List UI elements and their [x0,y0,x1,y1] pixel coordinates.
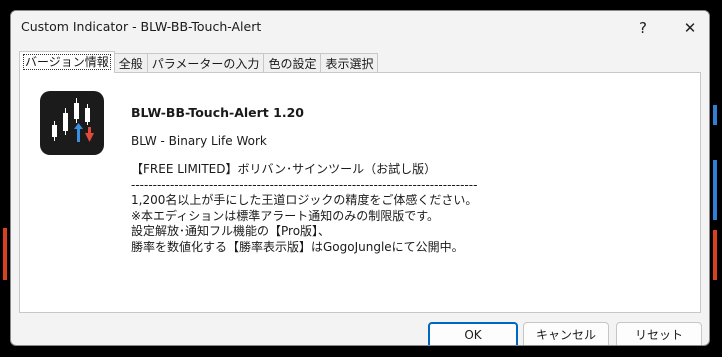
tab-general[interactable]: 全般 [113,53,148,73]
chart-candle [713,105,717,125]
ok-button[interactable]: OK [428,322,518,345]
custom-indicator-dialog: Custom Indicator - BLW-BB-Touch-Alert ? … [10,10,710,346]
close-button[interactable]: ✕ [676,16,704,40]
chart-candle [713,160,717,220]
tab-parameters[interactable]: パラメーターの入力 [146,53,265,73]
tab-visualization[interactable]: 表示選択 [320,53,379,73]
about-panel: BLW-BB-Touch-Alert 1.20 BLW - Binary Lif… [19,72,701,313]
candlestick-chart-icon [40,91,104,155]
indicator-name: BLW-BB-Touch-Alert 1.20 [131,105,304,120]
help-button[interactable]: ? [629,16,657,40]
reset-button[interactable]: リセット [616,322,702,345]
title-bar: Custom Indicator - BLW-BB-Touch-Alert ? … [11,11,709,45]
cancel-button[interactable]: キャンセル [523,322,609,345]
tab-strip: バージョン情報 全般 パラメーターの入力 色の設定 表示選択 [19,51,379,73]
tab-version-info[interactable]: バージョン情報 [19,51,115,73]
indicator-description: 【FREE LIMITED】ボリバン･サインツール（お試し版） --------… [131,162,478,254]
chart-candle [3,228,7,280]
company-name: BLW - Binary Life Work [131,134,267,148]
tab-colors[interactable]: 色の設定 [263,53,322,73]
chart-candle [713,230,717,280]
chart-background-right [708,0,722,357]
window-title: Custom Indicator - BLW-BB-Touch-Alert [21,19,262,34]
